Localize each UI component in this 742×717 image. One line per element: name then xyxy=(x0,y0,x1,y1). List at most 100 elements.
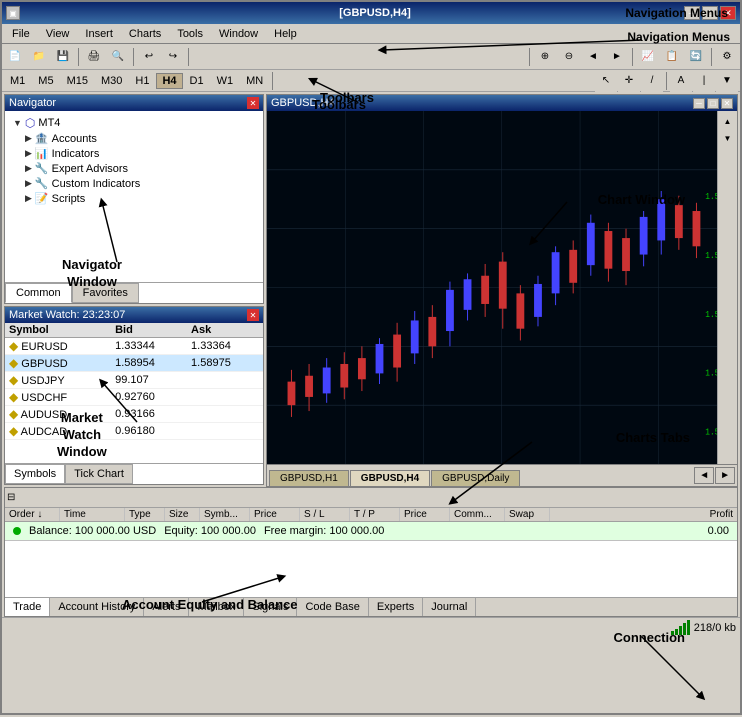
col-type: Type xyxy=(125,508,165,521)
chart-close-btn[interactable]: ✕ xyxy=(721,98,733,109)
nav-item-experts[interactable]: ▶ 🔧 Expert Advisors xyxy=(9,161,259,176)
mw-row-audusd[interactable]: ◆ AUDUSD 0.93166 xyxy=(5,406,263,423)
market-watch-panel: Market Watch: 23:23:07 ✕ Symbol Bid Ask xyxy=(4,306,264,485)
chart-right-area: 1.5920 1.5900 1.5880 1.5860 1.5840 ▲ ▼ xyxy=(267,111,737,464)
more-tools-btn[interactable]: ▼ xyxy=(716,70,738,92)
new-chart-btn[interactable]: 📄 xyxy=(4,46,26,68)
menu-tools[interactable]: Tools xyxy=(169,26,211,42)
nav-tab-common[interactable]: Common xyxy=(5,283,72,303)
menu-window[interactable]: Window xyxy=(211,26,266,42)
nav-item-accounts[interactable]: ▶ 🏦 Accounts xyxy=(9,131,259,146)
tf-mn[interactable]: MN xyxy=(240,73,269,89)
save-btn[interactable]: 💾 xyxy=(52,46,74,68)
template-btn[interactable]: 📋 xyxy=(661,46,683,68)
scroll-up-btn[interactable]: ▲ xyxy=(720,113,736,129)
tf-m1[interactable]: M1 xyxy=(4,73,31,89)
chart-prev-btn[interactable]: ◄ xyxy=(694,467,714,484)
crosshair-btn[interactable]: ✛ xyxy=(618,70,640,92)
eurusd-ask: 1.33364 xyxy=(187,338,263,355)
terminal-tabs-row: Trade Account History Alerts Mailbox Sig… xyxy=(5,597,737,616)
audusd-bid: 0.93166 xyxy=(111,406,187,423)
chart-minimize-btn[interactable]: ─ xyxy=(693,98,705,109)
col-sl: S / L xyxy=(300,508,350,521)
menu-insert[interactable]: Insert xyxy=(77,26,121,42)
col-tp: T / P xyxy=(350,508,400,521)
refresh-btn[interactable]: 🔄 xyxy=(685,46,707,68)
menu-file[interactable]: File xyxy=(4,26,38,42)
tab-signals[interactable]: Signals xyxy=(244,598,297,616)
indicators-expand-icon: ▶ xyxy=(25,148,32,159)
close-button[interactable]: ✕ xyxy=(720,6,736,20)
mw-tab-symbols[interactable]: Symbols xyxy=(5,464,65,484)
mw-row-usdjpy[interactable]: ◆ USDJPY 99.107 xyxy=(5,372,263,389)
conn-bar-3 xyxy=(679,626,682,635)
chart-right-toolbar: ▲ ▼ xyxy=(717,111,737,464)
chart-window-btns: ─ □ ✕ xyxy=(693,98,733,109)
chart-tab-daily[interactable]: GBPUSD,Daily xyxy=(431,470,520,486)
nav-item-mt4[interactable]: ▼ ⬡ MT4 xyxy=(9,115,259,131)
window-controls: ─ □ ✕ xyxy=(684,6,736,20)
chart-tab-h4[interactable]: GBPUSD,H4 xyxy=(350,470,430,486)
tab-mailbox[interactable]: Mailbox xyxy=(189,598,244,616)
text-btn[interactable]: A xyxy=(670,70,692,92)
nav-tab-favorites[interactable]: Favorites xyxy=(72,283,139,303)
mw-row-gbpusd[interactable]: ◆ GBPUSD 1.58954 1.58975 xyxy=(5,355,263,372)
tf-h4[interactable]: H4 xyxy=(156,73,182,89)
col-swap: Swap xyxy=(505,508,550,521)
undo-btn[interactable]: ↩ xyxy=(138,46,160,68)
nav-item-indicators[interactable]: ▶ 📊 Indicators xyxy=(9,146,259,161)
chart-next-btn[interactable]: ► xyxy=(715,467,735,484)
mw-tab-tick[interactable]: Tick Chart xyxy=(65,464,133,484)
line-btn[interactable]: / xyxy=(641,70,663,92)
tab-account-history[interactable]: Account History xyxy=(50,598,144,616)
menu-help[interactable]: Help xyxy=(266,26,305,42)
tab-experts[interactable]: Experts xyxy=(369,598,423,616)
period-sep-btn[interactable]: | xyxy=(693,70,715,92)
zoom-out-btn[interactable]: ⊖ xyxy=(558,46,580,68)
app-icon: ▣ xyxy=(6,6,20,20)
zoom-in-btn[interactable]: ⊕ xyxy=(534,46,556,68)
navigator-title: Navigator xyxy=(9,97,56,109)
navigator-close[interactable]: ✕ xyxy=(247,97,259,109)
tab-trade[interactable]: Trade xyxy=(5,598,50,616)
nav-scripts-label: Scripts xyxy=(52,193,86,205)
tf-m30[interactable]: M30 xyxy=(95,73,128,89)
navigator-tree: ▼ ⬡ MT4 ▶ 🏦 Accounts ▶ 📊 Indicators xyxy=(5,111,263,282)
mw-row-eurusd[interactable]: ◆ EURUSD 1.33344 1.33364 xyxy=(5,338,263,355)
scroll-right-btn[interactable]: ► xyxy=(606,46,628,68)
chart-canvas[interactable]: 1.5920 1.5900 1.5880 1.5860 1.5840 xyxy=(267,111,717,464)
mw-row-usdchf[interactable]: ◆ USDCHF 0.92760 xyxy=(5,389,263,406)
options-btn[interactable]: ⚙ xyxy=(716,46,738,68)
cursor-btn[interactable]: ↖ xyxy=(595,70,617,92)
print-preview-btn[interactable]: 🔍 xyxy=(107,46,129,68)
indicator-btn[interactable]: 📈 xyxy=(637,46,659,68)
tf-m15[interactable]: M15 xyxy=(61,73,94,89)
accounts-icon: 🏦 xyxy=(35,132,49,145)
scroll-down-btn[interactable]: ▼ xyxy=(720,130,736,146)
maximize-button[interactable]: □ xyxy=(702,6,718,20)
menu-view[interactable]: View xyxy=(38,26,78,42)
print-btn[interactable]: 🖨 xyxy=(83,46,105,68)
minimize-button[interactable]: ─ xyxy=(684,6,700,20)
conn-bar-1 xyxy=(671,631,674,635)
mw-row-audcad[interactable]: ◆ AUDCAD 0.96180 xyxy=(5,423,263,440)
svg-text:1.5900: 1.5900 xyxy=(705,250,717,261)
tab-codebase[interactable]: Code Base xyxy=(297,598,368,616)
tf-m5[interactable]: M5 xyxy=(32,73,59,89)
chart-tab-h1[interactable]: GBPUSD,H1 xyxy=(269,470,349,486)
connection-status: 218/0 kb xyxy=(671,620,736,635)
tab-alerts[interactable]: Alerts xyxy=(144,598,189,616)
tab-journal[interactable]: Journal xyxy=(423,598,476,616)
scroll-left-btn[interactable]: ◄ xyxy=(582,46,604,68)
chart-restore-btn[interactable]: □ xyxy=(707,98,719,109)
menu-charts[interactable]: Charts xyxy=(121,26,169,42)
tf-h1[interactable]: H1 xyxy=(129,73,155,89)
tf-w1[interactable]: W1 xyxy=(211,73,240,89)
market-watch-close[interactable]: ✕ xyxy=(247,309,259,321)
nav-item-custom[interactable]: ▶ 🔧 Custom Indicators xyxy=(9,176,259,191)
redo-btn[interactable]: ↪ xyxy=(162,46,184,68)
nav-item-scripts[interactable]: ▶ 📝 Scripts xyxy=(9,191,259,206)
tf-d1[interactable]: D1 xyxy=(184,73,210,89)
open-btn[interactable]: 📁 xyxy=(28,46,50,68)
usdchf-icon: ◆ xyxy=(9,390,18,404)
